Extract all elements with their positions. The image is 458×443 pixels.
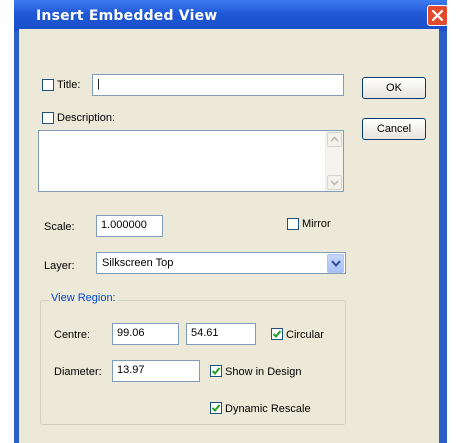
close-icon bbox=[431, 9, 444, 22]
dialog-title: Insert Embedded View bbox=[36, 8, 218, 24]
chevron-up-icon bbox=[330, 136, 339, 142]
circular-checkbox[interactable] bbox=[271, 328, 283, 340]
check-icon bbox=[211, 404, 221, 412]
dynamic-rescale-label: Dynamic Rescale bbox=[225, 403, 311, 415]
chevron-down-icon bbox=[331, 260, 341, 268]
layer-label: Layer: bbox=[44, 260, 75, 272]
title-bar[interactable]: Insert Embedded View bbox=[14, 0, 448, 31]
mirror-checkbox[interactable] bbox=[287, 218, 299, 230]
chevron-down-icon bbox=[330, 180, 339, 186]
scale-input[interactable]: 1.000000 bbox=[96, 215, 163, 237]
close-button[interactable] bbox=[427, 5, 448, 26]
description-scrollbar[interactable] bbox=[325, 131, 343, 191]
centre-label: Centre: bbox=[54, 329, 91, 341]
scale-label: Scale: bbox=[44, 221, 75, 233]
centre-y-input[interactable]: 54.61 bbox=[186, 323, 256, 345]
description-label: Description: bbox=[57, 112, 116, 124]
scroll-up-button[interactable] bbox=[327, 132, 342, 147]
cancel-button[interactable]: Cancel bbox=[362, 118, 426, 140]
scroll-down-button[interactable] bbox=[327, 175, 342, 190]
check-icon bbox=[211, 367, 221, 375]
circular-label: Circular bbox=[286, 329, 324, 341]
ok-button[interactable]: OK bbox=[362, 77, 426, 99]
diameter-input[interactable]: 13.97 bbox=[112, 360, 200, 382]
view-region-title: View Region: bbox=[49, 292, 118, 304]
show-in-design-label: Show in Design bbox=[225, 366, 302, 378]
title-label: Title: bbox=[57, 79, 81, 91]
show-in-design-checkbox[interactable] bbox=[210, 365, 222, 377]
layer-dropdown-button[interactable] bbox=[327, 254, 344, 273]
description-checkbox[interactable] bbox=[42, 112, 54, 124]
mirror-label: Mirror bbox=[302, 218, 331, 230]
description-textarea[interactable] bbox=[38, 130, 344, 192]
check-icon bbox=[272, 330, 282, 338]
layer-select[interactable]: Silkscreen Top bbox=[96, 252, 346, 274]
centre-x-input[interactable]: 99.06 bbox=[112, 323, 179, 345]
layer-value: Silkscreen Top bbox=[102, 257, 174, 269]
title-input[interactable]: | bbox=[92, 74, 344, 96]
title-checkbox[interactable] bbox=[42, 79, 54, 91]
dynamic-rescale-checkbox[interactable] bbox=[210, 402, 222, 414]
diameter-label: Diameter: bbox=[54, 366, 102, 378]
